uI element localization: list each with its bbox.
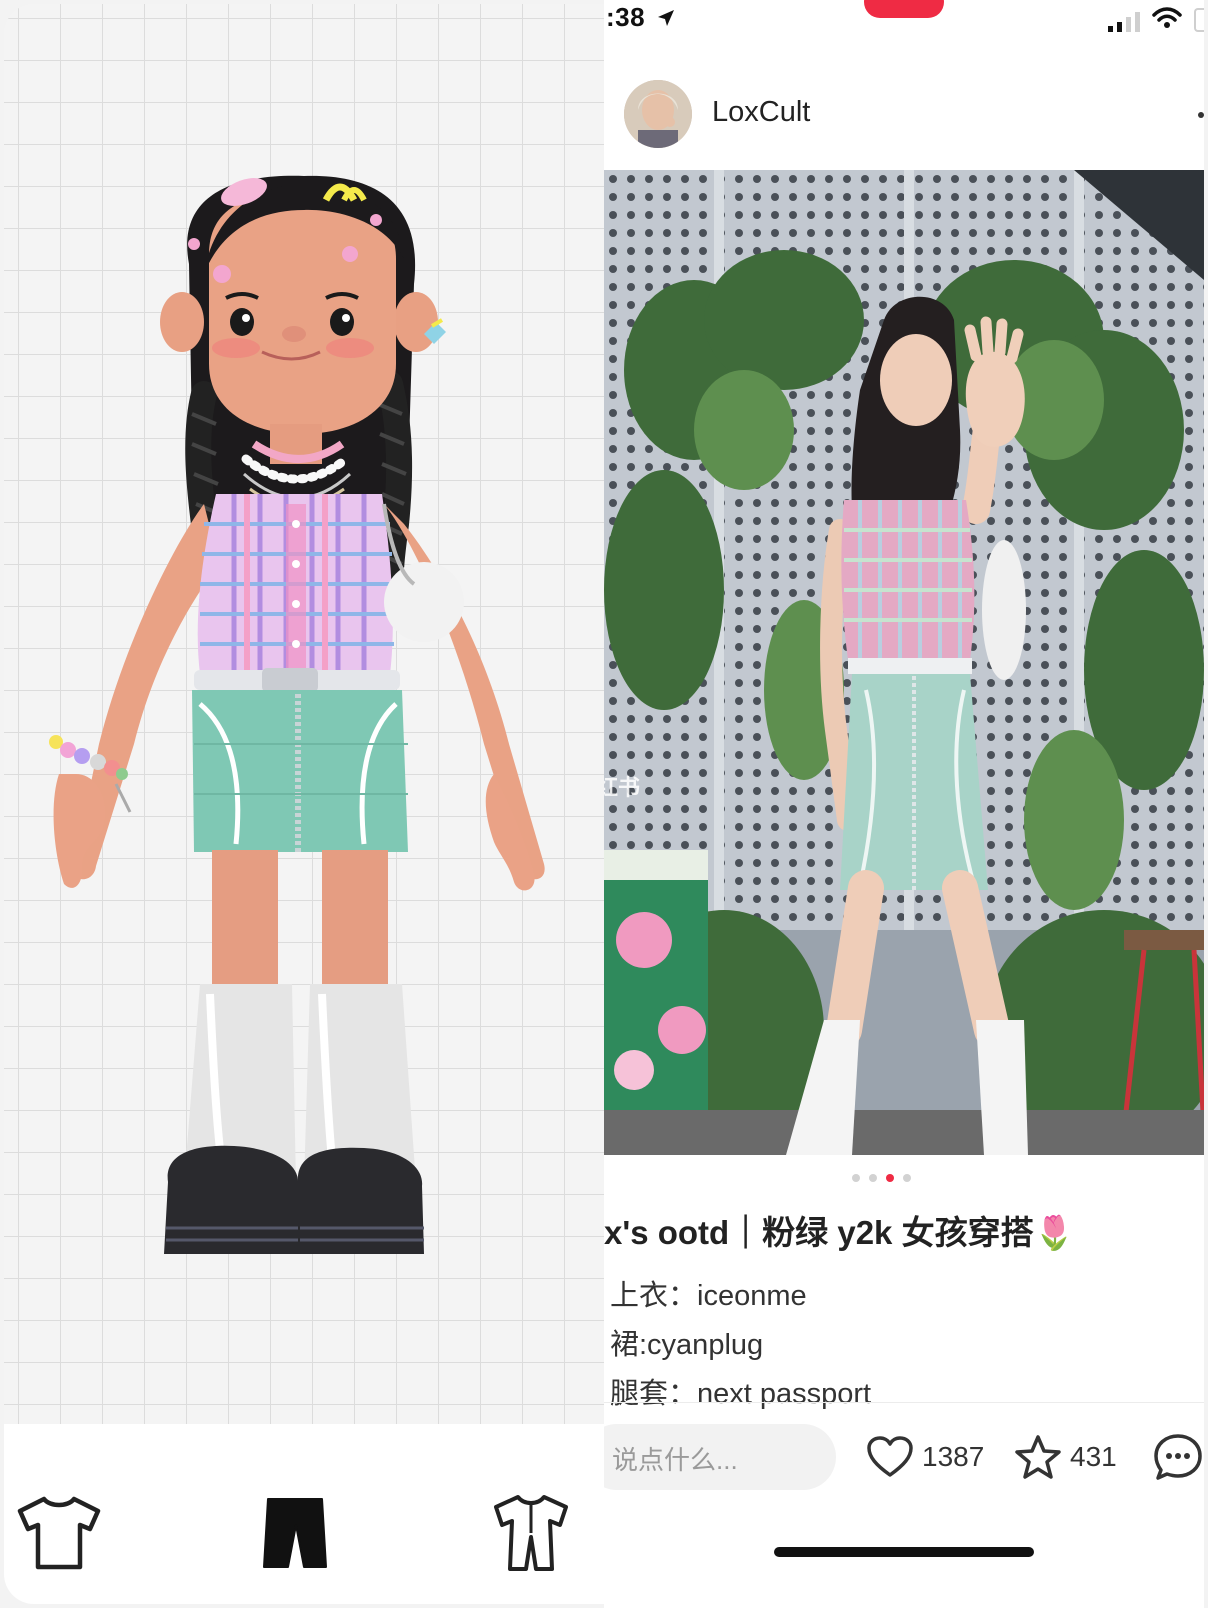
author-username[interactable]: LoxCult	[712, 96, 810, 129]
post-line-legwarmers: 腿套：next passport	[610, 1378, 872, 1410]
carousel-dot[interactable]	[869, 1174, 877, 1182]
divider	[604, 1402, 1204, 1403]
home-indicator[interactable]	[774, 1547, 1034, 1557]
photo-watermark: 小红书	[604, 775, 641, 800]
carousel-dot[interactable]	[903, 1174, 911, 1182]
author-avatar[interactable]	[624, 80, 692, 148]
post-header: LoxCult	[604, 72, 1204, 162]
battery-icon	[1194, 8, 1204, 32]
post-line-top: 上衣：iceonme	[610, 1280, 807, 1312]
carousel-dot-active[interactable]	[886, 1174, 894, 1182]
comment-input[interactable]: 说点什么...	[604, 1424, 836, 1490]
comments-button[interactable]	[1152, 1432, 1204, 1482]
post-photo[interactable]: 小红书	[604, 170, 1204, 1155]
favorite-button[interactable]: 431	[1014, 1432, 1117, 1482]
jumpsuit-icon	[494, 1495, 568, 1571]
social-post-panel: :38 LoxCult 红书 x's ootd｜粉绿 y2k 女孩穿搭🌷 上衣：…	[604, 0, 1204, 1608]
carousel-dot[interactable]	[852, 1174, 860, 1182]
wifi-icon	[1152, 7, 1182, 28]
like-button[interactable]: 1387	[866, 1432, 984, 1482]
tops-category-button[interactable]	[14, 1492, 104, 1574]
comment-placeholder: 说点什么...	[612, 1445, 738, 1475]
post-title: x's ootd｜粉绿 y2k 女孩穿搭🌷	[604, 1214, 1075, 1251]
full-outfit-category-button[interactable]	[486, 1492, 576, 1574]
more-options-icon[interactable]	[1198, 112, 1204, 118]
carousel-indicator	[604, 1170, 1204, 1186]
cellular-signal-icon	[1108, 12, 1140, 32]
bottoms-category-button[interactable]	[250, 1492, 340, 1574]
purse	[384, 562, 464, 642]
status-time: :38	[606, 2, 646, 32]
post-line-skirt: 裙:cyanplug	[610, 1329, 764, 1361]
plaid-top	[197, 494, 394, 674]
pants-icon	[263, 1498, 327, 1568]
screenshot-frame: :38 LoxCult 红书 x's ootd｜粉绿 y2k 女孩穿搭🌷 上衣：…	[0, 0, 1208, 1608]
heart-icon	[867, 1436, 913, 1477]
recording-indicator	[864, 0, 944, 18]
star-icon	[1015, 1435, 1061, 1479]
comment-bubble-icon	[1154, 1434, 1202, 1480]
white-boots	[164, 984, 424, 1254]
green-skirt	[192, 690, 408, 852]
location-arrow-icon	[658, 10, 674, 26]
favorite-count: 431	[1070, 1441, 1117, 1472]
avatar-editor-panel	[4, 4, 604, 1604]
like-count: 1387	[922, 1441, 985, 1472]
t-shirt-icon	[17, 1496, 101, 1570]
poster-board	[604, 850, 708, 1130]
avatar-figure[interactable]	[4, 4, 604, 1424]
status-bar: :38	[604, 0, 1204, 40]
